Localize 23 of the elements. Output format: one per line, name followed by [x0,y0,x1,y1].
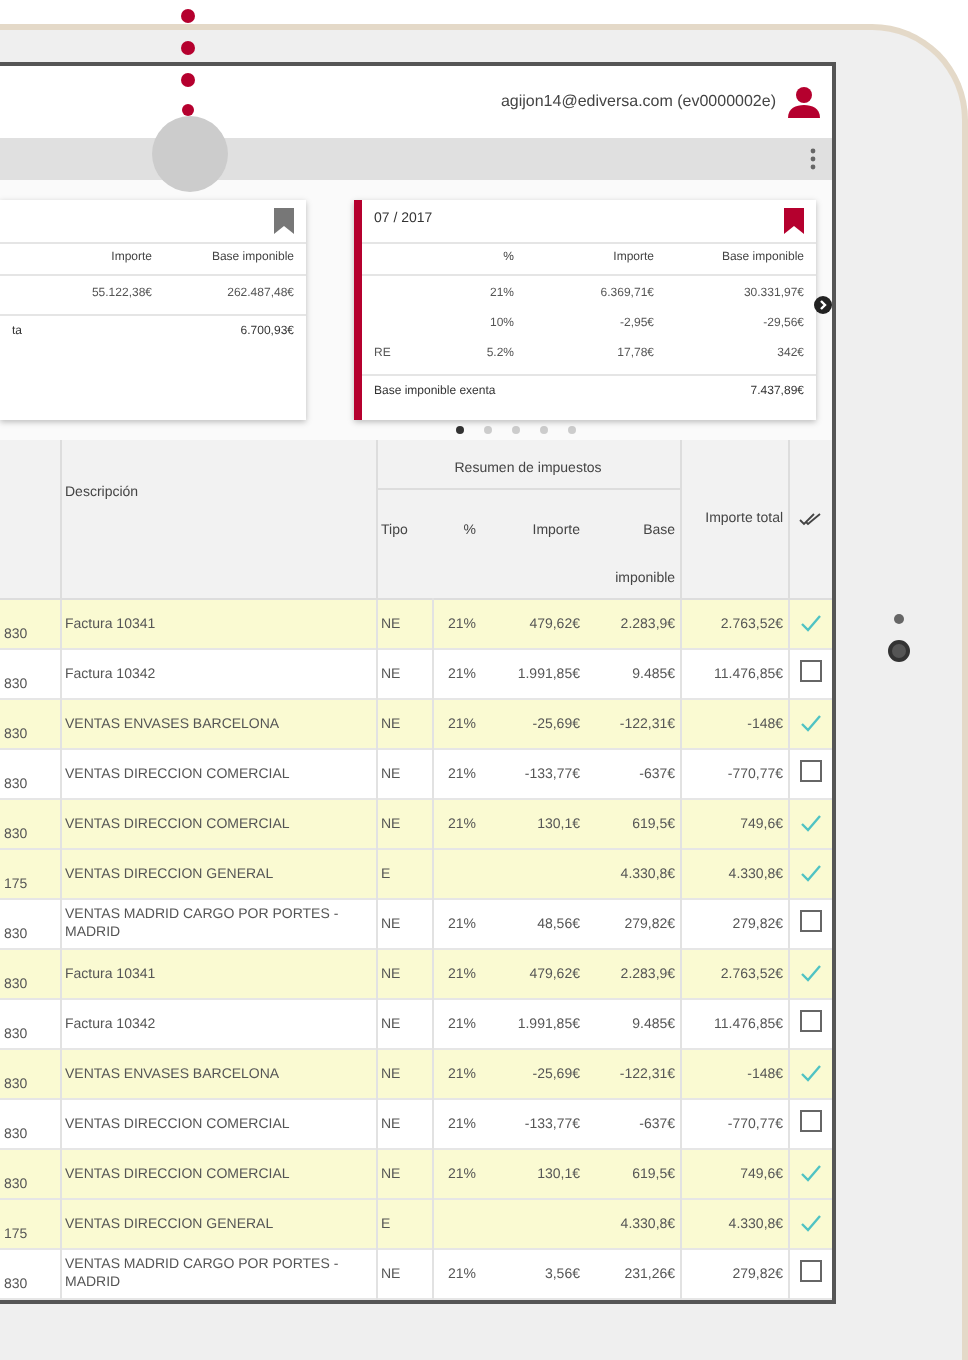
more-options-icon[interactable] [810,147,816,170]
user-icon[interactable] [788,86,820,119]
next-arrow-icon[interactable] [814,295,832,314]
checkbox[interactable] [799,1010,822,1032]
checkmark-icon[interactable] [799,1064,822,1082]
checkbox[interactable] [799,1260,822,1282]
camera-icon [888,640,910,662]
checkmark-icon[interactable] [799,1164,822,1182]
checkmark-icon[interactable] [799,714,822,732]
dotted-line-drawing [180,8,196,116]
checkbox[interactable] [799,910,822,932]
checkbox[interactable] [799,1110,822,1132]
checkmark-icon[interactable] [799,614,822,632]
checkbox[interactable] [799,760,822,782]
checkmark-icon[interactable] [799,964,822,982]
checkmark-icon[interactable] [799,864,822,882]
checkmark-icon[interactable] [799,1214,822,1232]
double-check-icon[interactable] [798,511,823,527]
checkbox[interactable] [799,660,822,682]
bookmark-icon[interactable] [274,207,294,234]
bookmark-icon[interactable] [784,207,804,234]
user-email: agijon14@ediversa.com (ev0000002e) [500,90,776,115]
checkmark-icon[interactable] [799,814,822,832]
